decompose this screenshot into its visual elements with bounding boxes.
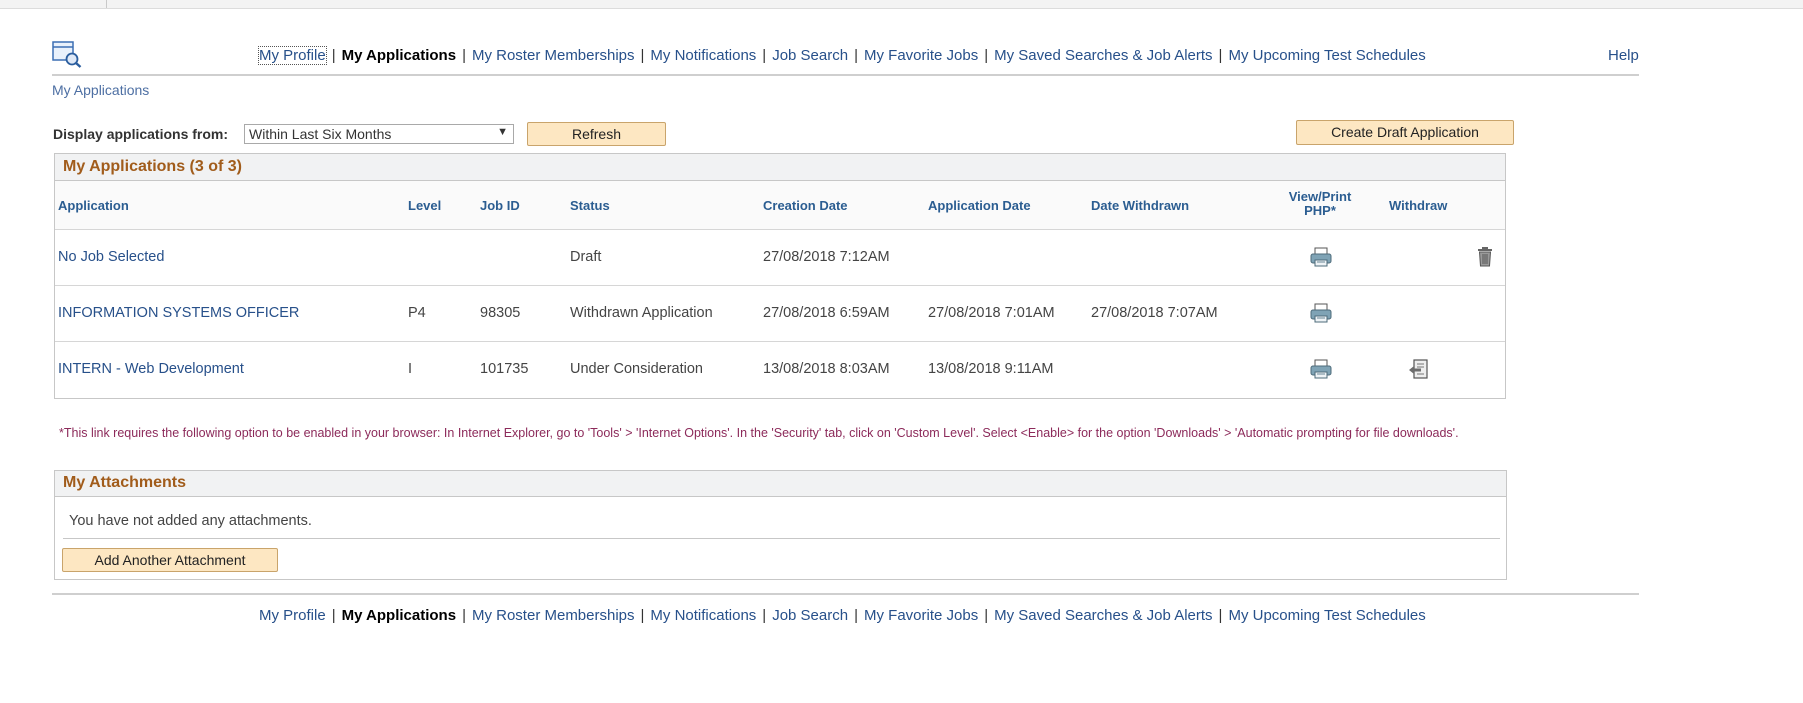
level-cell: P4 — [408, 305, 426, 321]
creation-date-cell: 27/08/2018 7:12AM — [763, 249, 890, 265]
breadcrumb[interactable]: My Applications — [52, 82, 149, 98]
display-applications-select[interactable]: Within Last Six Months ▼ — [244, 124, 514, 144]
nav-my-profile[interactable]: My Profile — [259, 607, 326, 624]
application-date-cell: 27/08/2018 7:01AM — [928, 305, 1055, 321]
attachments-divider — [63, 538, 1500, 539]
nav-separator: | — [984, 47, 989, 64]
nav-separator: | — [462, 47, 466, 64]
nav-job-search[interactable]: Job Search — [772, 607, 848, 624]
trash-icon[interactable] — [1476, 246, 1494, 267]
nav-my-upcoming-test-schedules[interactable]: My Upcoming Test Schedules — [1228, 607, 1425, 624]
column-header-status[interactable]: Status — [570, 198, 610, 213]
nav-separator: | — [331, 47, 336, 64]
applications-grid-header: Application Level Job ID Status Creation… — [55, 181, 1505, 230]
refresh-button[interactable]: Refresh — [527, 122, 666, 146]
column-header-level[interactable]: Level — [408, 198, 441, 213]
application-date-cell: 13/08/2018 9:11AM — [928, 361, 1054, 377]
nav-my-saved-searches[interactable]: My Saved Searches & Job Alerts — [994, 607, 1212, 624]
top-strip-divider — [106, 0, 107, 8]
nav-my-upcoming-test-schedules[interactable]: My Upcoming Test Schedules — [1228, 47, 1425, 64]
nav-separator: | — [331, 607, 336, 624]
footer-divider — [52, 593, 1639, 595]
nav-separator: | — [640, 47, 645, 64]
printer-icon[interactable] — [1310, 359, 1332, 379]
date-withdrawn-cell: 27/08/2018 7:07AM — [1091, 305, 1218, 321]
nav-separator: | — [462, 607, 466, 624]
nav-my-roster-memberships[interactable]: My Roster Memberships — [472, 47, 635, 64]
application-link[interactable]: No Job Selected — [58, 249, 164, 265]
nav-my-applications[interactable]: My Applications — [342, 607, 456, 624]
nav-my-favorite-jobs[interactable]: My Favorite Jobs — [864, 607, 978, 624]
nav-job-search[interactable]: Job Search — [772, 47, 848, 64]
nav-my-notifications[interactable]: My Notifications — [650, 47, 756, 64]
nav-separator: | — [1218, 47, 1223, 64]
top-navigation: My Profile | My Applications | My Roster Mem… — [258, 46, 1426, 65]
create-draft-application-button[interactable]: Create Draft Application — [1296, 120, 1514, 145]
nav-my-roster-memberships[interactable]: My Roster Memberships — [472, 607, 635, 624]
level-cell: I — [408, 361, 413, 377]
creation-date-cell: 13/08/2018 8:03AM — [763, 361, 890, 377]
nav-separator: | — [854, 47, 858, 64]
applications-grid-title: My Applications (3 of 3) — [55, 154, 1505, 181]
applications-grid: My Applications (3 of 3) Application Lev… — [54, 153, 1506, 399]
job-id-cell: 101735 — [480, 361, 529, 377]
column-header-date-withdrawn[interactable]: Date Withdrawn — [1091, 198, 1189, 213]
nav-separator: | — [984, 607, 989, 624]
application-link[interactable]: INTERN - Web Development — [58, 361, 244, 377]
printer-icon[interactable] — [1310, 303, 1332, 323]
view-print-label: View/Print — [1288, 189, 1352, 204]
creation-date-cell: 27/08/2018 6:59AM — [763, 305, 890, 321]
nav-separator: | — [1218, 607, 1223, 624]
column-header-view-print: View/Print PHP* — [1287, 190, 1353, 218]
dropdown-arrow-icon: ▼ — [497, 126, 508, 138]
nav-my-notifications[interactable]: My Notifications — [650, 607, 756, 624]
application-link[interactable]: INFORMATION SYSTEMS OFFICER — [58, 305, 299, 321]
job-id-cell: 98305 — [480, 305, 521, 321]
status-cell: Under Consideration — [570, 361, 703, 377]
search-profile-logo-icon[interactable] — [52, 40, 82, 68]
nav-separator: | — [854, 607, 858, 624]
attachments-title: My Attachments — [55, 471, 1506, 497]
add-another-attachment-button[interactable]: Add Another Attachment — [62, 548, 278, 572]
status-cell: Draft — [570, 249, 602, 265]
view-print-php-label: PHP* — [1304, 203, 1336, 218]
nav-my-applications[interactable]: My Applications — [342, 47, 456, 64]
select-value: Within Last Six Months — [249, 126, 392, 142]
header-divider — [52, 74, 1639, 76]
column-header-withdraw: Withdraw — [1389, 198, 1448, 213]
table-row: No Job Selected Draft 27/08/2018 7:12AM — [55, 230, 1505, 286]
withdraw-icon[interactable] — [1408, 358, 1430, 380]
printer-icon[interactable] — [1310, 247, 1332, 267]
column-header-application-date[interactable]: Application Date — [928, 198, 1031, 213]
nav-separator: | — [762, 607, 767, 624]
nav-separator: | — [640, 607, 645, 624]
column-header-application[interactable]: Application — [58, 198, 129, 213]
status-cell: Withdrawn Application — [570, 305, 713, 321]
nav-separator: | — [762, 47, 767, 64]
nav-my-profile[interactable]: My Profile — [258, 46, 327, 65]
table-row: INFORMATION SYSTEMS OFFICER P4 98305 Wit… — [55, 286, 1505, 342]
attachments-empty-text: You have not added any attachments. — [69, 513, 312, 529]
help-link[interactable]: Help — [1608, 47, 1639, 64]
table-row: INTERN - Web Development I 101735 Under … — [55, 342, 1505, 397]
column-header-creation-date[interactable]: Creation Date — [763, 198, 848, 213]
bottom-navigation: My Profile | My Applications | My Roster Mem… — [259, 607, 1426, 624]
nav-my-favorite-jobs[interactable]: My Favorite Jobs — [864, 47, 978, 64]
nav-my-saved-searches[interactable]: My Saved Searches & Job Alerts — [994, 47, 1212, 64]
column-header-job-id[interactable]: Job ID — [480, 198, 520, 213]
display-applications-label: Display applications from: — [53, 126, 229, 142]
download-note: *This link requires the following option… — [59, 426, 1459, 440]
browser-top-strip — [0, 0, 1803, 9]
attachments-section: My Attachments You have not added any at… — [54, 470, 1507, 580]
